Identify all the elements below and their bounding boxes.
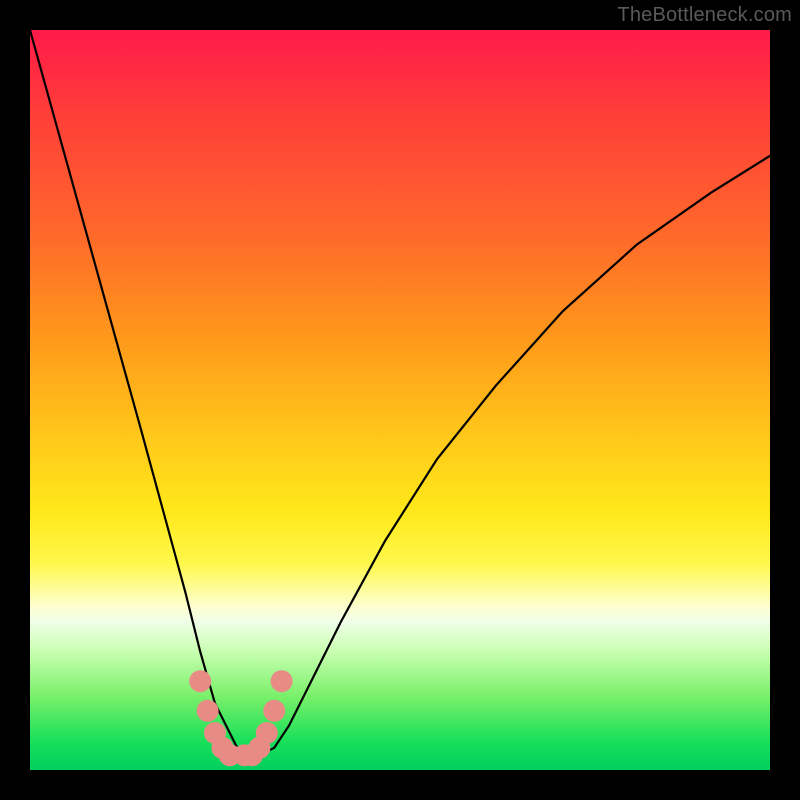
watermark-text: TheBottleneck.com <box>617 4 792 27</box>
marker-dot <box>271 670 293 692</box>
bottleneck-curve <box>30 30 770 755</box>
chart-svg <box>30 30 770 770</box>
chart-frame: TheBottleneck.com <box>0 0 800 800</box>
marker-dot <box>197 700 219 722</box>
marker-dot <box>256 722 278 744</box>
marker-dot <box>189 670 211 692</box>
marker-cluster <box>189 670 292 766</box>
marker-dot <box>263 700 285 722</box>
chart-plot-area <box>30 30 770 770</box>
